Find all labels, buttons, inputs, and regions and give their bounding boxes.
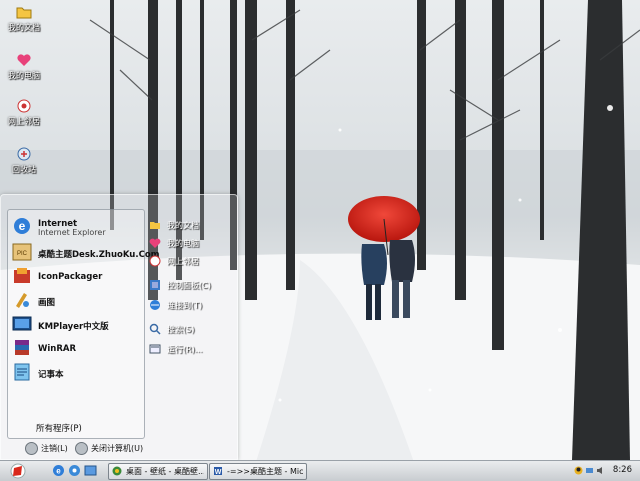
place-network[interactable]: 网上邻居 <box>149 255 235 269</box>
windows-logo-icon <box>10 463 26 479</box>
notepad-icon <box>14 363 30 381</box>
place-label: 我的文档 <box>167 221 199 230</box>
desktop-icon-label: 网上邻居 <box>8 117 40 126</box>
internet-explorer-icon: e <box>14 218 30 234</box>
place-label: 网上邻居 <box>167 257 199 266</box>
iconpackager-icon <box>14 268 30 283</box>
connect-icon <box>150 300 160 310</box>
start-menu-footer: 注销(L) 关闭计算机(U) <box>1 439 237 459</box>
quicklaunch-show-desktop-icon[interactable] <box>84 464 97 477</box>
logoff-label: 注销(L) <box>41 444 68 453</box>
program-kmplayer[interactable]: KMPlayer中文版 <box>12 314 142 334</box>
taskbar: e 桌面 - 壁纸 - 桌酷壁... W -=>>桌酷主题 - Mic... 8… <box>0 460 640 481</box>
network-status-icon[interactable] <box>585 466 594 475</box>
start-button[interactable] <box>2 462 34 480</box>
system-tray: 8:26 <box>570 461 640 481</box>
place-label: 我的电脑 <box>167 239 199 248</box>
quicklaunch-internet-explorer-icon[interactable]: e <box>52 464 65 477</box>
program-zhuoku[interactable]: PIC 桌酷主题Desk.ZhuoKu.Com <box>12 242 160 262</box>
search-icon <box>149 323 161 335</box>
all-programs-button[interactable]: 所有程序(P) <box>36 422 82 434</box>
desktop-icon-recycle-bin[interactable]: 回收站 <box>2 146 46 175</box>
control-panel-icon <box>150 280 160 290</box>
program-title: IconPackager <box>38 272 103 282</box>
folder-icon <box>16 7 32 19</box>
pinned-programs-pane: e Internet Internet Explorer PIC 桌酷主题Des… <box>7 209 160 439</box>
recycle-bin-icon <box>17 147 31 161</box>
desktop-icon-label: 我的文档 <box>8 23 40 32</box>
desktop-icon-network[interactable]: 网上邻居 <box>2 98 46 127</box>
program-title: 桌酷主题Desk.ZhuoKu.Com <box>38 250 160 260</box>
qq-icon[interactable] <box>574 466 583 475</box>
paint-icon <box>16 293 29 308</box>
program-title: 记事本 <box>38 370 64 380</box>
svg-text:PIC: PIC <box>17 251 28 257</box>
desktop-icon-label: 回收站 <box>12 165 36 174</box>
desktop-icon-label: 我的电脑 <box>8 71 40 80</box>
winrar-icon <box>15 340 29 355</box>
program-winrar[interactable]: WinRAR <box>12 338 142 358</box>
taskbar-button-label: -=>>桌酷主题 - Mic... <box>227 467 303 476</box>
taskbar-button-browser[interactable]: 桌面 - 壁纸 - 桌酷壁... <box>108 463 208 480</box>
svg-text:e: e <box>19 219 26 233</box>
computer-icon <box>17 54 31 66</box>
clock[interactable]: 8:26 <box>613 465 632 475</box>
zhuoku-icon: PIC <box>12 243 32 261</box>
program-iconpackager[interactable]: IconPackager <box>12 266 142 286</box>
program-title: 画图 <box>38 298 56 308</box>
program-subtitle: Internet Explorer <box>38 228 106 237</box>
place-my-documents[interactable]: 我的文档 <box>149 219 235 233</box>
desktop-icon-computer[interactable]: 我的电脑 <box>2 52 46 81</box>
program-title: KMPlayer中文版 <box>38 322 109 332</box>
place-label: 运行(R)... <box>167 345 203 354</box>
shutdown-button[interactable]: 关闭计算机(U) <box>75 442 143 456</box>
place-connect-to[interactable]: 连接到(T) <box>149 299 235 313</box>
quicklaunch-media-icon[interactable] <box>68 464 81 477</box>
document-icon: W <box>214 467 222 476</box>
power-icon <box>75 442 88 455</box>
place-label: 连接到(T) <box>167 301 203 310</box>
svg-text:e: e <box>56 467 61 476</box>
place-run[interactable]: 运行(R)... <box>149 343 235 357</box>
program-paint[interactable]: 画图 <box>12 290 142 310</box>
logoff-icon <box>25 442 38 455</box>
computer-icon <box>149 238 161 248</box>
program-internet-explorer[interactable]: e Internet Internet Explorer <box>12 216 142 237</box>
run-icon <box>149 344 161 354</box>
shutdown-label: 关闭计算机(U) <box>91 444 144 453</box>
place-control-panel[interactable]: 控制面板(C) <box>149 279 235 293</box>
network-icon <box>17 99 31 113</box>
logoff-button[interactable]: 注销(L) <box>25 442 68 456</box>
taskbar-button-document[interactable]: W -=>>桌酷主题 - Mic... <box>209 463 307 480</box>
taskbar-button-label: 桌面 - 壁纸 - 桌酷壁... <box>126 467 204 476</box>
volume-icon[interactable] <box>596 466 605 475</box>
program-title: WinRAR <box>38 344 77 354</box>
svg-text:W: W <box>215 469 222 476</box>
place-label: 搜索(S) <box>167 325 195 334</box>
kmplayer-icon <box>12 316 32 331</box>
desktop-icon-documents[interactable]: 我的文档 <box>2 4 46 33</box>
documents-icon <box>150 222 160 229</box>
browser-icon <box>112 466 122 476</box>
place-search[interactable]: 搜索(S) <box>149 323 235 337</box>
program-notepad[interactable]: 记事本 <box>12 362 142 382</box>
place-my-computer[interactable]: 我的电脑 <box>149 237 235 251</box>
place-label: 控制面板(C) <box>167 281 211 290</box>
network-icon <box>149 255 161 267</box>
start-menu: e Internet Internet Explorer PIC 桌酷主题Des… <box>0 194 238 460</box>
